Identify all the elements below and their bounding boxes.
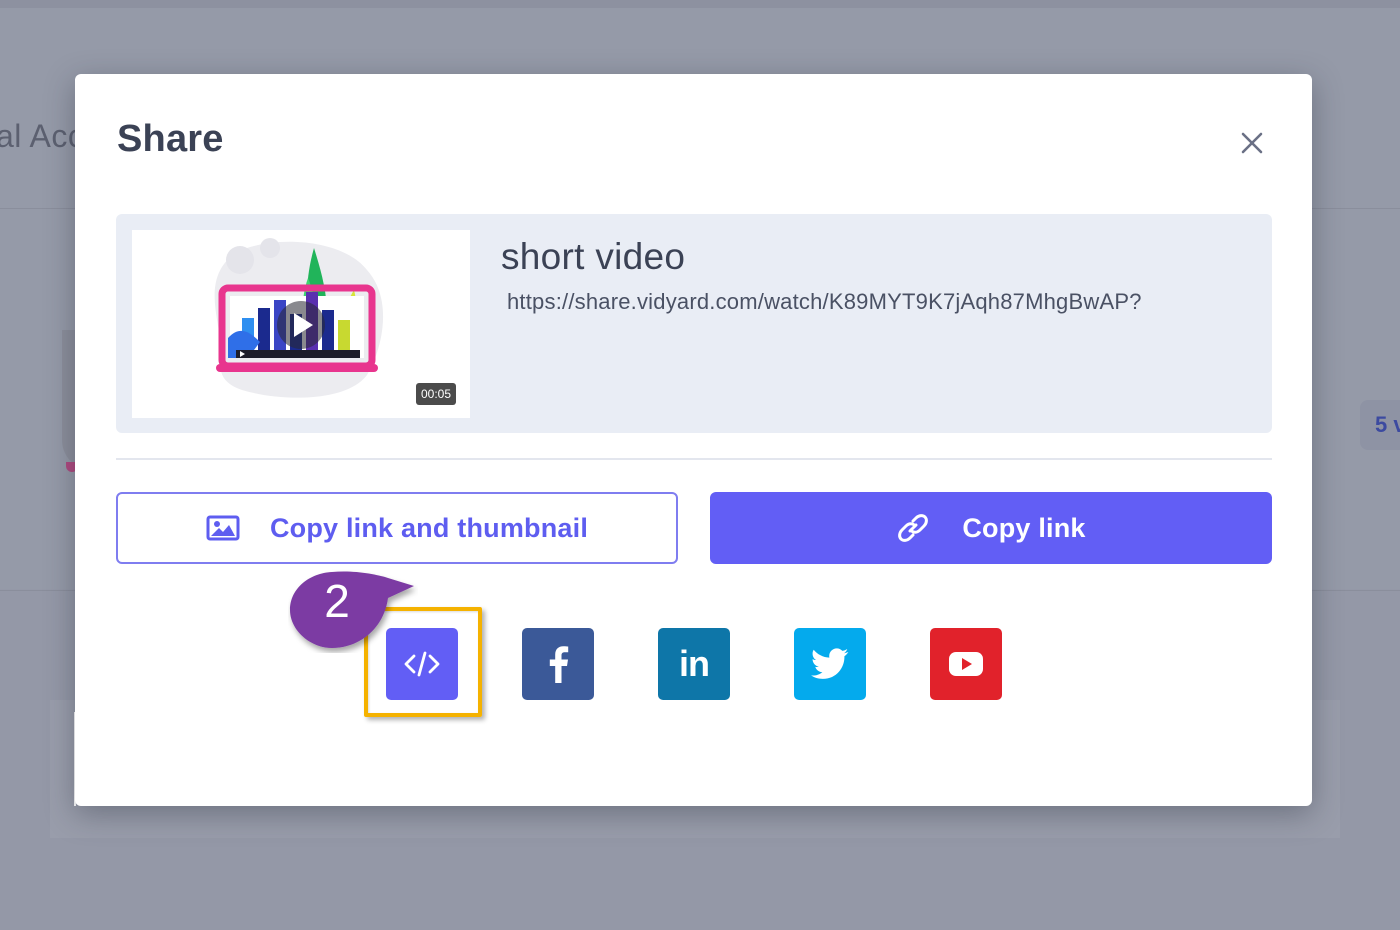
- copy-link-and-thumbnail-label: Copy link and thumbnail: [269, 512, 589, 543]
- linkedin-share-button[interactable]: in: [658, 628, 730, 700]
- video-title: short video: [501, 236, 686, 277]
- twitter-icon: [811, 648, 849, 679]
- twitter-share-button[interactable]: [794, 628, 866, 700]
- video-thumbnail[interactable]: 00:05: [132, 230, 470, 418]
- section-divider: [116, 458, 1272, 460]
- video-duration: 00:05: [416, 383, 457, 405]
- video-card: 00:05 short video https://share.vidyard.…: [116, 214, 1272, 433]
- video-share-url[interactable]: https://share.vidyard.com/watch/K89MYT9K…: [507, 289, 1142, 315]
- background-header-text: al Acc: [0, 118, 85, 154]
- background-badge: 5 v: [1360, 400, 1400, 450]
- image-icon: [206, 515, 240, 541]
- close-icon: [1241, 132, 1263, 154]
- modal-title: Share: [117, 118, 224, 160]
- youtube-icon: [949, 652, 983, 676]
- copy-link-button[interactable]: Copy link: [710, 492, 1272, 564]
- step-number: 2: [324, 575, 350, 627]
- copy-link-label: Copy link: [962, 512, 1086, 543]
- facebook-icon: [549, 646, 569, 683]
- link-icon: [898, 514, 929, 542]
- close-button[interactable]: [1235, 126, 1269, 160]
- facebook-share-button[interactable]: [522, 628, 594, 700]
- youtube-share-button[interactable]: [930, 628, 1002, 700]
- share-modal: Share 00:05 short video https://share.vi…: [75, 74, 1312, 806]
- linkedin-icon: in: [679, 643, 710, 684]
- copy-link-and-thumbnail-button[interactable]: Copy link and thumbnail: [116, 492, 678, 564]
